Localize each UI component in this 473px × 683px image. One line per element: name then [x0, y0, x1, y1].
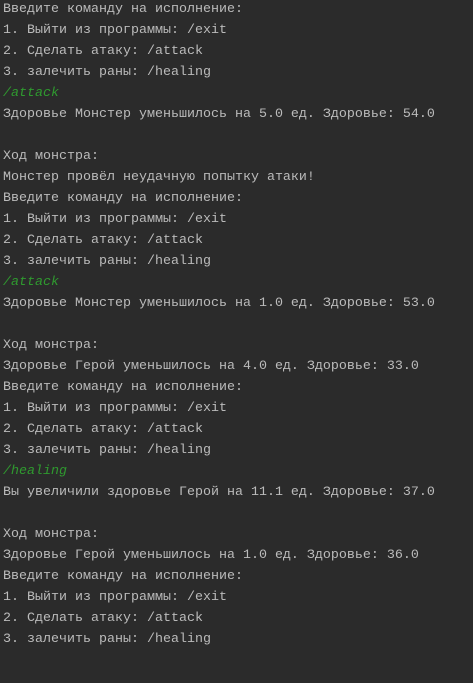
console-input-line: /attack [3, 86, 59, 101]
console-output-line: 1. Выйти из программы: /exit [3, 23, 227, 38]
console-output-line: Введите команду на исполнение: [3, 2, 243, 17]
console-output-line: 1. Выйти из программы: /exit [3, 590, 227, 605]
console-output-line: Введите команду на исполнение: [3, 569, 243, 584]
console-output-line: Вы увеличили здоровье Герой на 11.1 ед. … [3, 485, 435, 500]
console-output-line: 3. залечить раны: /healing [3, 65, 211, 80]
console-output-line: 1. Выйти из программы: /exit [3, 401, 227, 416]
console-input-line: /healing [3, 464, 67, 479]
console-output-line: 3. залечить раны: /healing [3, 632, 211, 647]
console-output-line: Ход монстра: [3, 527, 99, 542]
console-output-line: Монстер провёл неудачную попытку атаки! [3, 170, 315, 185]
console-output-line: Введите команду на исполнение: [3, 380, 243, 395]
console-output-line: Здоровье Герой уменьшилось на 4.0 ед. Зд… [3, 359, 419, 374]
console-output-line: 3. залечить раны: /healing [3, 254, 211, 269]
console-output-line: 2. Сделать атаку: /attack [3, 611, 203, 626]
console-output-line: Ход монстра: [3, 149, 99, 164]
console-output[interactable]: Введите команду на исполнение: 1. Выйти и… [0, 0, 473, 651]
console-output-line: 2. Сделать атаку: /attack [3, 233, 203, 248]
console-output-line: 2. Сделать атаку: /attack [3, 44, 203, 59]
console-input-line: /attack [3, 275, 59, 290]
console-output-line: Здоровье Герой уменьшилось на 1.0 ед. Зд… [3, 548, 419, 563]
console-output-line: 1. Выйти из программы: /exit [3, 212, 227, 227]
console-output-line: Здоровье Монстер уменьшилось на 1.0 ед. … [3, 296, 435, 311]
console-output-line: 3. залечить раны: /healing [3, 443, 211, 458]
console-output-line: Здоровье Монстер уменьшилось на 5.0 ед. … [3, 107, 435, 122]
console-output-line: Ход монстра: [3, 338, 99, 353]
console-output-line: 2. Сделать атаку: /attack [3, 422, 203, 437]
console-output-line: Введите команду на исполнение: [3, 191, 243, 206]
